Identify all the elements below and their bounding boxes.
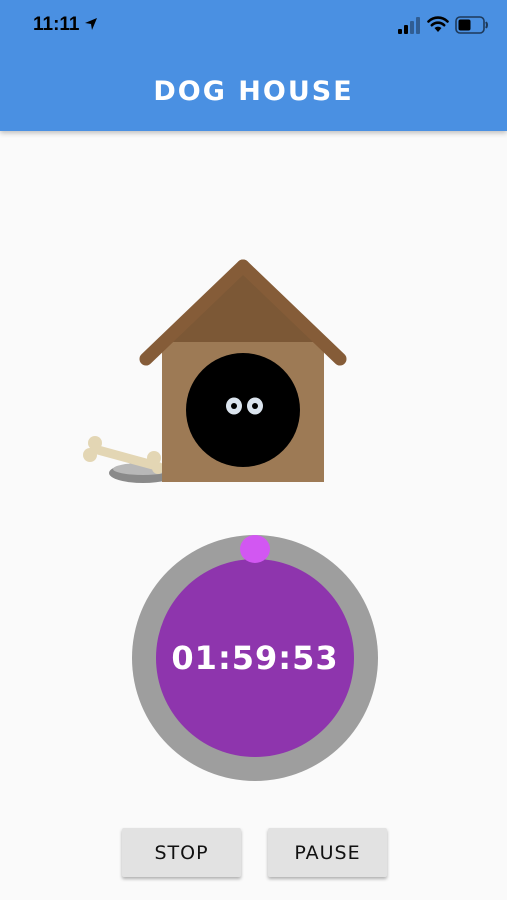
status-time: 11:11 xyxy=(33,14,80,35)
countdown-timer[interactable]: 01:59:53 xyxy=(132,535,378,781)
location-arrow-icon xyxy=(85,18,97,30)
status-bar: 11:11 xyxy=(0,0,507,52)
app-header: 11:11 DOG HOUSE xyxy=(0,0,507,131)
battery-icon xyxy=(455,16,488,34)
timer-drag-handle[interactable] xyxy=(240,535,270,563)
stop-button[interactable]: STOP xyxy=(122,828,241,877)
dog-house-icon xyxy=(83,259,347,483)
app-screen: 11:11 DOG HOUSE 01:59:53 STOP PAUSE xyxy=(0,0,507,900)
page-title: DOG HOUSE xyxy=(153,76,354,107)
wifi-icon xyxy=(427,16,449,32)
timer-display: 01:59:53 xyxy=(171,639,339,677)
pause-button[interactable]: PAUSE xyxy=(268,828,387,877)
cellular-signal-icon xyxy=(398,17,420,34)
